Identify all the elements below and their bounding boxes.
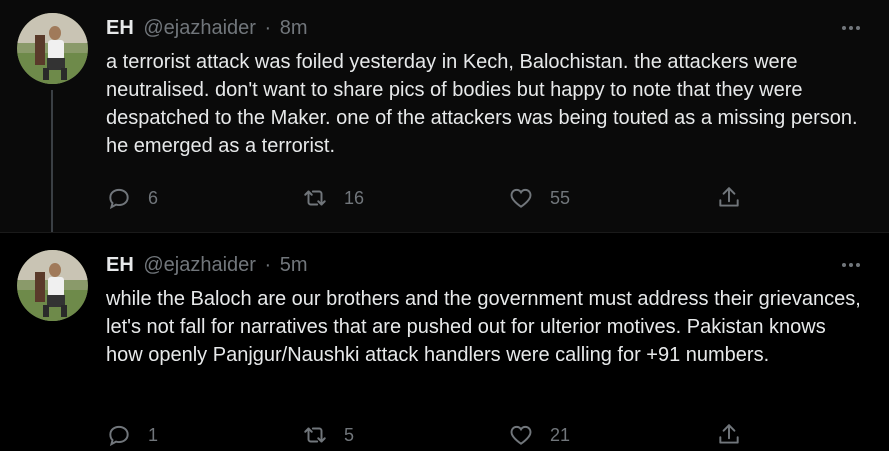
author-name[interactable]: EH xyxy=(106,254,134,276)
retweet-count: 16 xyxy=(344,187,365,208)
retweet-count: 5 xyxy=(344,424,355,445)
retweet-button[interactable]: 16 xyxy=(302,183,364,213)
share-button[interactable] xyxy=(716,420,742,450)
tweet-actions: 1 5 21 xyxy=(106,420,756,450)
reply-button[interactable]: 1 xyxy=(106,420,158,450)
share-button[interactable] xyxy=(716,183,742,213)
share-icon xyxy=(716,422,742,448)
author-handle[interactable]: @ejazhaider xyxy=(143,17,256,39)
reply-count: 1 xyxy=(148,424,159,445)
separator-dot: · xyxy=(264,17,272,39)
tweet[interactable]: EH @ejazhaider · 5m while the Baloch are… xyxy=(0,232,889,451)
heart-icon xyxy=(508,422,534,448)
tweet-text: while the Baloch are our brothers and th… xyxy=(106,288,861,366)
author-handle[interactable]: @ejazhaider xyxy=(143,254,256,276)
reply-icon xyxy=(106,422,132,448)
timestamp[interactable]: 5m xyxy=(280,254,308,276)
avatar[interactable] xyxy=(17,250,88,321)
tweet-text: a terrorist attack was foiled yesterday … xyxy=(106,51,858,157)
tweet[interactable]: EH @ejazhaider · 8m a terrorist attack w… xyxy=(0,0,889,232)
tweet-header: EH @ejazhaider · 8m xyxy=(106,16,308,40)
like-count: 21 xyxy=(550,424,571,445)
reply-button[interactable]: 6 xyxy=(106,183,158,213)
reply-icon xyxy=(106,185,132,211)
more-icon[interactable] xyxy=(839,255,863,275)
retweet-icon xyxy=(302,185,328,211)
tweet-actions: 6 16 55 xyxy=(106,183,756,213)
heart-icon xyxy=(508,185,534,211)
more-icon[interactable] xyxy=(839,18,863,38)
like-button[interactable]: 21 xyxy=(508,420,570,450)
tweet-header: EH @ejazhaider · 5m xyxy=(106,253,308,277)
like-count: 55 xyxy=(550,187,571,208)
retweet-icon xyxy=(302,422,328,448)
avatar[interactable] xyxy=(17,13,88,84)
reply-count: 6 xyxy=(148,187,159,208)
retweet-button[interactable]: 5 xyxy=(302,420,354,450)
author-name[interactable]: EH xyxy=(106,17,134,39)
timestamp[interactable]: 8m xyxy=(280,17,308,39)
like-button[interactable]: 55 xyxy=(508,183,570,213)
thread-line xyxy=(51,90,53,232)
separator-dot: · xyxy=(264,254,272,276)
share-icon xyxy=(716,185,742,211)
